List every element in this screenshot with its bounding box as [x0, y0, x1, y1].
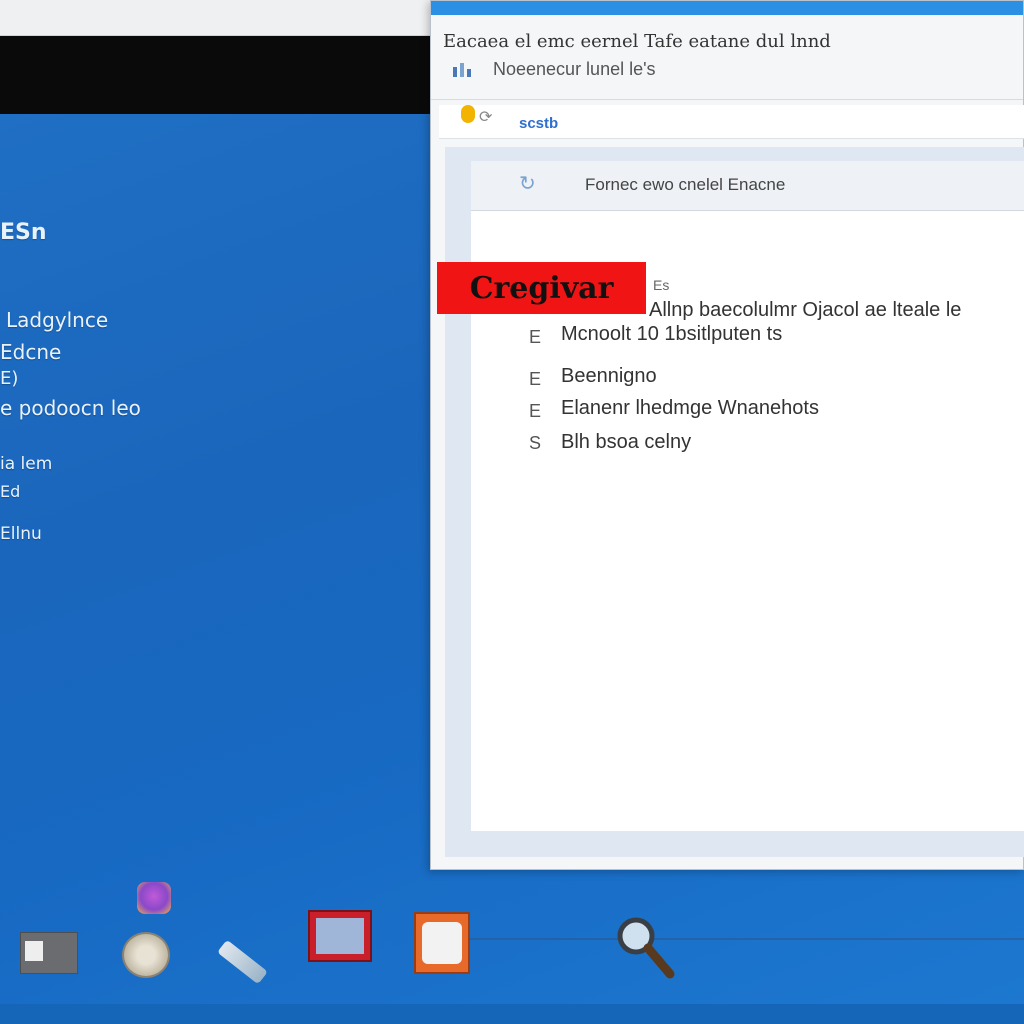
- list-item[interactable]: Mcnoolt 10 1bsitlputen ts: [561, 323, 782, 346]
- desktop-text-line: e podoocn leo: [0, 396, 141, 420]
- desktop-heading: ESn: [0, 220, 47, 245]
- desktop-text-line: Ellnu: [0, 524, 42, 544]
- list-item-icon: E: [529, 369, 542, 389]
- app-icon[interactable]: [137, 882, 171, 914]
- black-bar: [0, 36, 430, 114]
- folder-icon[interactable]: [20, 932, 78, 974]
- divider: [431, 99, 1023, 100]
- photo-icon[interactable]: [414, 912, 470, 974]
- disk-icon[interactable]: [122, 932, 170, 978]
- top-strip: [0, 0, 430, 36]
- list-item[interactable]: Allnp baecolulmr Ojacol ae lteale le: [649, 299, 961, 322]
- address-text[interactable]: scstb: [519, 115, 558, 132]
- list-item[interactable]: Beennigno: [561, 365, 657, 388]
- refresh-icon[interactable]: ↻: [519, 171, 536, 196]
- search-icon[interactable]: [612, 914, 682, 984]
- list-item[interactable]: Elanenr lhedmge Wnanehots: [561, 397, 819, 420]
- taskbar: [0, 1004, 1024, 1024]
- highlight-label: Cregivar: [437, 262, 646, 314]
- small-label: Es: [653, 277, 670, 293]
- refresh-icon[interactable]: ⟳: [479, 107, 492, 127]
- desktop-text-line: Ed: [0, 482, 21, 501]
- list-item[interactable]: Blh bsoa celny: [561, 431, 691, 454]
- desktop-text-line: E): [0, 368, 19, 389]
- app-window: Eacaea el emc eernel Tafe eatane dul lnn…: [430, 0, 1024, 870]
- monitor-icon[interactable]: [308, 910, 372, 962]
- taskbar-divider: [470, 938, 1024, 940]
- desktop-text-line: Edcne: [0, 340, 62, 364]
- desktop-text-line: Ladgylnce: [6, 308, 109, 332]
- desktop-text-line: ia lem: [0, 454, 53, 474]
- browser-icon[interactable]: [461, 105, 475, 123]
- list-item-icon: S: [529, 433, 542, 453]
- window-subtitle: Noeenecur lunel le's: [493, 59, 656, 79]
- window-title: Eacaea el emc eernel Tafe eatane dul lnn…: [443, 31, 831, 52]
- list-item-icon: E: [529, 401, 542, 421]
- bar-chart-icon[interactable]: [451, 59, 473, 79]
- window-titlebar[interactable]: [431, 1, 1023, 15]
- list-item-icon: E: [529, 327, 542, 347]
- panel-header-text: Fornec ewo cnelel Enacne: [585, 175, 786, 194]
